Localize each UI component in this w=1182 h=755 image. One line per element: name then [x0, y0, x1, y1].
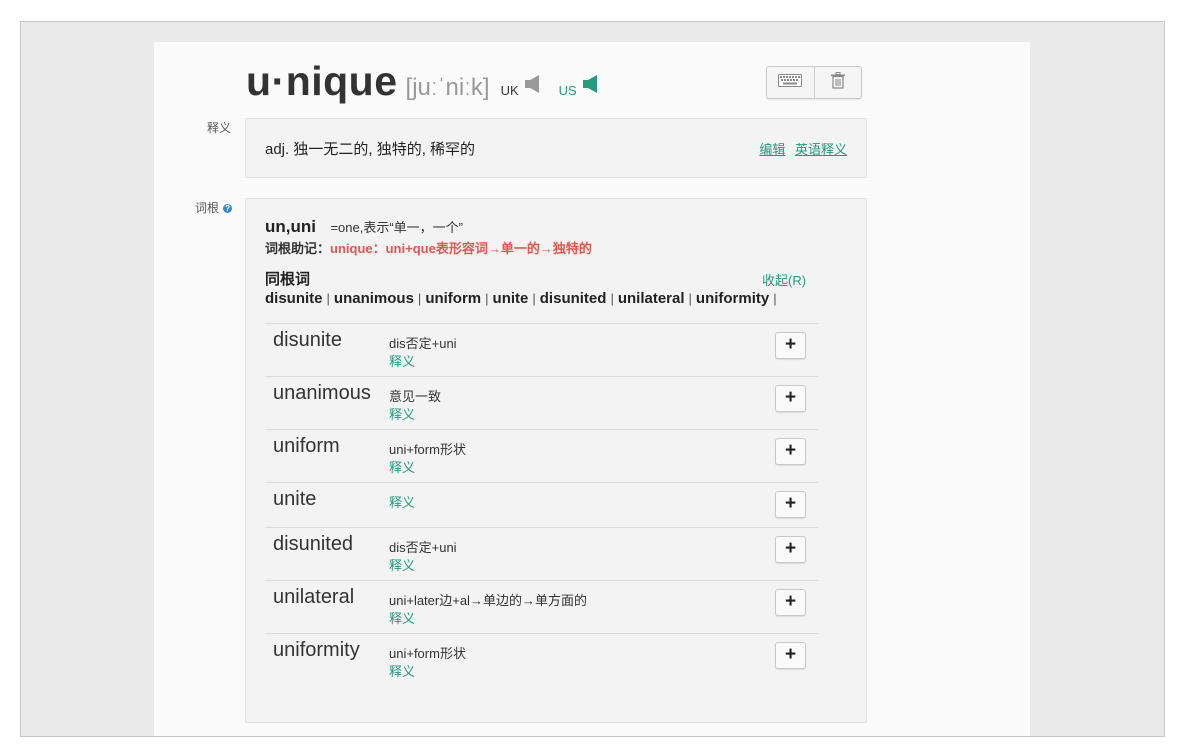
table-row: unanimous 意见一致 释义 +: [265, 376, 818, 429]
root-memo-label: 词根助记：: [265, 241, 331, 256]
word-panel: u·nique [juːˈniːk] UK US 释义 adj. 独一无二的, …: [154, 42, 1030, 736]
row-meaning-link[interactable]: 释义: [389, 457, 415, 476]
definition-text: adj. 独一无二的, 独特的, 稀罕的: [265, 141, 476, 158]
add-word-button[interactable]: +: [775, 536, 806, 563]
row-word: uniformity: [273, 639, 360, 661]
add-word-button[interactable]: +: [775, 491, 806, 518]
cognate-separator: |: [326, 291, 330, 306]
row-meaning-link[interactable]: 释义: [389, 492, 415, 511]
edit-link[interactable]: 编辑: [759, 142, 785, 157]
root-section-label-wrap: 词根?: [195, 199, 233, 216]
cognate-separator: |: [417, 291, 422, 306]
definition-section-label: 释义: [207, 121, 232, 135]
row-etymology: dis否定+uni: [389, 336, 457, 351]
root-meaning: =one,表示“单一，一个”: [330, 220, 463, 235]
word-root-box: un,uni =one,表示“单一，一个” 词根助记：unique：uni+qu…: [245, 198, 867, 723]
row-etymology: uni+form形状: [389, 646, 466, 661]
cognate-separator: |: [532, 291, 536, 306]
help-icon[interactable]: ?: [223, 204, 233, 213]
table-row: unilateral uni+later边+al→单边的→单方面的 释义 +: [265, 580, 818, 633]
cognate-word[interactable]: unite: [493, 290, 529, 307]
row-word: uniform: [273, 435, 340, 457]
row-word: disunited: [273, 533, 354, 555]
add-word-button[interactable]: +: [775, 438, 806, 465]
cognate-word[interactable]: uniform: [425, 290, 481, 307]
cognate-word[interactable]: disunite: [265, 290, 323, 307]
cognate-word[interactable]: uniformity: [696, 290, 769, 307]
keyboard-icon: [778, 73, 803, 92]
root-name: un,uni: [265, 217, 316, 236]
row-meaning-link[interactable]: 释义: [389, 351, 415, 370]
row-meaning-link[interactable]: 释义: [389, 661, 415, 680]
add-word-button[interactable]: +: [775, 642, 806, 669]
cognate-separator: |: [485, 291, 489, 306]
table-row: disunite dis否定+uni 释义 +: [265, 323, 818, 376]
cognate-separator: |: [688, 291, 692, 306]
uk-pronunciation-label: UK: [500, 83, 519, 98]
root-memo-text: unique：uni+que表形容词→单一的→独特的: [330, 241, 592, 256]
cognate-word[interactable]: disunited: [540, 290, 607, 307]
add-word-button[interactable]: +: [775, 385, 806, 412]
collapse-link[interactable]: 收起(R): [762, 270, 806, 289]
headword: u·nique: [246, 58, 398, 104]
root-memo: 词根助记：unique：uni+que表形容词→单一的→独特的: [265, 238, 592, 257]
definition-links: 编辑 英语释义: [753, 139, 847, 158]
row-etymology: uni+form形状: [389, 442, 466, 457]
cognate-list: 同根词disunite | unanimous | uniform | unite | disu…: [265, 270, 777, 308]
row-word: unilateral: [273, 586, 355, 608]
cognate-table: disunite dis否定+uni 释义 + unanimous 意见一致 释…: [265, 323, 818, 686]
add-word-button[interactable]: +: [775, 332, 806, 359]
definition-box: adj. 独一无二的, 独特的, 稀罕的 编辑 英语释义: [245, 118, 867, 178]
trash-icon: [830, 71, 845, 94]
add-word-button[interactable]: +: [775, 589, 806, 616]
table-row: uniformity uni+form形状 释义 +: [265, 633, 818, 686]
cognates-label: 同根词: [265, 271, 311, 288]
uk-speaker-icon[interactable]: [524, 74, 541, 99]
toolbar-button-group: [766, 66, 862, 99]
row-meaning-link[interactable]: 释义: [389, 555, 415, 574]
row-etymology: dis否定+uni: [389, 540, 457, 555]
root-section-label: 词根: [195, 201, 220, 215]
table-row: disunited dis否定+uni 释义 +: [265, 527, 818, 580]
row-etymology: 意见一致: [389, 389, 442, 404]
phonetic: [juːˈniːk]: [405, 74, 490, 101]
keyboard-button[interactable]: [767, 67, 814, 98]
table-row: uniform uni+form形状 释义 +: [265, 429, 818, 482]
cognate-word[interactable]: unilateral: [618, 290, 685, 307]
table-row: unite 释义 +: [265, 482, 818, 527]
row-meaning-link[interactable]: 释义: [389, 404, 415, 423]
row-etymology: uni+later边+al→单边的→单方面的: [389, 593, 587, 608]
row-word: unanimous: [273, 382, 371, 404]
us-pronunciation-label: US: [558, 83, 577, 98]
root-header: un,uni =one,表示“单一，一个”: [265, 217, 463, 237]
row-word: disunite: [273, 329, 342, 351]
english-definition-link[interactable]: 英语释义: [795, 142, 847, 157]
row-word: unite: [273, 488, 317, 510]
row-meaning-link[interactable]: 释义: [389, 608, 415, 627]
word-header: u·nique [juːˈniːk] UK US: [246, 58, 599, 105]
app-frame: u·nique [juːˈniːk] UK US 释义 adj. 独一无二的, …: [20, 21, 1165, 737]
cognate-separator: |: [773, 291, 777, 306]
delete-button[interactable]: [813, 67, 862, 98]
us-speaker-icon[interactable]: [582, 74, 599, 99]
cognate-separator: |: [610, 291, 614, 306]
cognate-word[interactable]: unanimous: [334, 290, 414, 307]
